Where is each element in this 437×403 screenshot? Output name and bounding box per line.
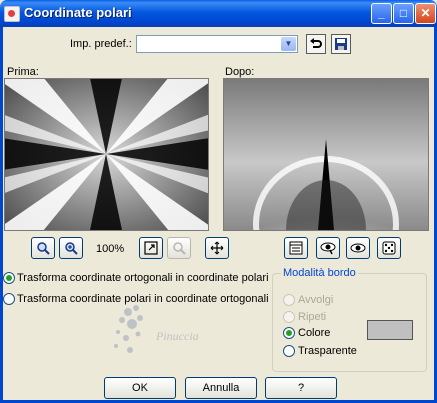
title-bar[interactable]: Coordinate polari _ □ ✕ (0, 0, 437, 27)
wrap-radio[interactable] (283, 294, 295, 306)
polar-to-rect-radio[interactable] (3, 293, 15, 305)
color-label: Colore (298, 327, 331, 339)
color-radio[interactable] (283, 327, 295, 339)
magnifier-disabled-icon (173, 242, 186, 255)
dice-icon (382, 241, 396, 255)
border-mode-title: Modalità bordo (281, 267, 358, 279)
radio-selected-dot (6, 275, 12, 281)
expand-icon (144, 241, 158, 255)
save-preset-button[interactable] (331, 34, 351, 54)
before-preview[interactable] (0, 44, 236, 264)
save-icon (335, 38, 347, 50)
repeat-radio[interactable] (283, 311, 295, 323)
preset-label: Imp. predef.: (70, 38, 132, 50)
cancel-button[interactable]: Annulla (185, 377, 257, 399)
watermark-logo: Pinuccia (114, 305, 199, 353)
preview-window-icon (289, 241, 303, 255)
minimize-button[interactable]: _ (371, 3, 392, 24)
eye-icon (320, 242, 336, 255)
radio-selected-dot (286, 330, 292, 336)
ok-button[interactable]: OK (104, 377, 176, 399)
move-icon (210, 241, 224, 255)
help-button[interactable]: ? (265, 377, 337, 399)
after-preview[interactable] (216, 78, 436, 292)
before-label: Prima: (7, 66, 39, 78)
window-title: Coordinate polari (24, 5, 132, 20)
zoom-level: 100% (96, 243, 125, 255)
watermark-text: Pinuccia (155, 329, 199, 343)
zoom-fit-button[interactable] (139, 237, 163, 259)
chevron-down-icon[interactable]: ▼ (281, 37, 296, 51)
border-color-swatch[interactable] (367, 320, 413, 340)
zoom-out-button[interactable] (59, 237, 83, 259)
after-preview-image (216, 79, 436, 292)
pan-button[interactable] (205, 237, 229, 259)
reset-preset-button[interactable] (306, 34, 326, 54)
repeat-label: Ripeti (298, 311, 327, 323)
close-button[interactable]: ✕ (415, 3, 436, 24)
maximize-button[interactable]: □ (393, 3, 414, 24)
rect-to-polar-label: Trasforma coordinate ortogonali in coord… (17, 272, 269, 284)
proof-button[interactable] (346, 237, 370, 259)
undo-icon (310, 38, 322, 48)
wrap-label: Avvolgi (298, 294, 334, 306)
transparent-radio[interactable] (283, 345, 295, 357)
randomize-button[interactable] (377, 237, 401, 259)
rect-to-polar-radio[interactable] (3, 272, 15, 284)
before-preview-image (0, 44, 236, 264)
after-label: Dopo: (225, 66, 255, 78)
zoom-in-button[interactable] (31, 237, 55, 259)
app-icon (4, 6, 20, 22)
preset-combo[interactable]: ▼ (136, 35, 298, 53)
magnifier-icon (37, 242, 50, 255)
transparent-label: Trasparente (298, 345, 357, 357)
eye-icon (350, 243, 366, 253)
magnifier-plus-icon (65, 242, 78, 255)
zoom-actual-button[interactable] (167, 237, 191, 259)
show-original-button[interactable] (316, 237, 340, 259)
preview-toggle-button[interactable] (284, 237, 308, 259)
